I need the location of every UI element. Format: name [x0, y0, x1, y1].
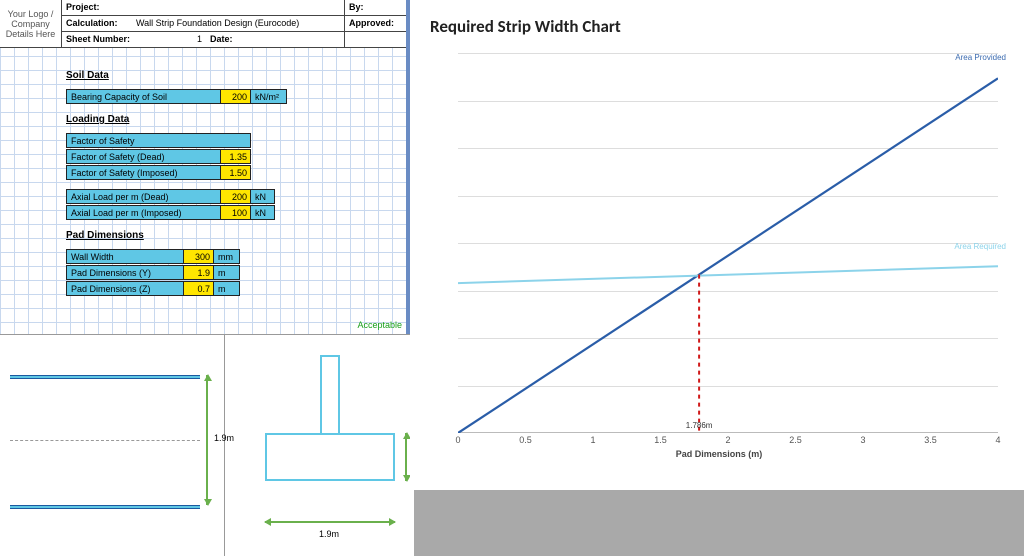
cross-z-dimension: 0.7m	[405, 433, 407, 481]
pad-z-input[interactable]: 0.7	[184, 281, 214, 296]
chart-lines	[458, 53, 998, 433]
plan-view: 1.9m	[0, 335, 225, 556]
strip-edge-bottom	[10, 505, 200, 509]
status-badge: Acceptable	[357, 320, 402, 330]
strip-centreline	[10, 440, 200, 441]
cross-section-view: 0.7m 1.9m	[225, 335, 414, 556]
sheet-number-value[interactable]: 1	[144, 32, 206, 47]
pad-y-label: Pad Dimensions (Y)	[66, 265, 184, 280]
plan-y-dimension: 1.9m	[206, 375, 208, 505]
approved-value[interactable]	[344, 32, 406, 47]
pad-y-unit: m	[214, 265, 240, 280]
pad-dimensions-heading: Pad Dimensions	[66, 230, 406, 241]
diagram-panel: 1.9m 0.7m 1.9m	[0, 334, 414, 556]
axial-imposed-label: Axial Load per m (Imposed)	[66, 205, 221, 220]
date-value[interactable]	[238, 32, 344, 47]
axial-dead-unit: kN	[251, 189, 275, 204]
app-root: Your Logo / Company Details Here Project…	[0, 0, 1024, 556]
title-block: Your Logo / Company Details Here Project…	[0, 0, 406, 48]
cross-section: 0.7m 1.9m	[265, 355, 395, 525]
pad-y-input[interactable]: 1.9	[184, 265, 214, 280]
cross-y-dimension: 1.9m	[265, 521, 395, 523]
input-sections: Soil Data Bearing Capacity of Soil 200 k…	[0, 48, 406, 296]
chart-panel: Required Strip Width Chart Area Provided…	[410, 0, 1024, 490]
wall-width-unit: mm	[214, 249, 240, 264]
approved-label: Approved:	[344, 16, 406, 31]
axial-dead-input[interactable]: 200	[221, 189, 251, 204]
legend-area-required: Area Required	[954, 242, 1006, 251]
legend-area-provided: Area Provided	[955, 53, 1006, 62]
fos-imposed-label: Factor of Safety (Imposed)	[66, 165, 221, 180]
axial-imposed-unit: kN	[251, 205, 275, 220]
project-value[interactable]	[116, 0, 344, 15]
bearing-capacity-input[interactable]: 200	[221, 89, 251, 104]
factor-of-safety-label: Factor of Safety	[66, 133, 251, 148]
axial-dead-label: Axial Load per m (Dead)	[66, 189, 221, 204]
footing-base	[265, 433, 395, 481]
bearing-capacity-label: Bearing Capacity of Soil	[66, 89, 221, 104]
chart-title: Required Strip Width Chart	[430, 16, 1004, 37]
axial-imposed-input[interactable]: 100	[221, 205, 251, 220]
fos-dead-input[interactable]: 1.35	[221, 149, 251, 164]
project-label: Project:	[62, 0, 116, 15]
fos-dead-label: Factor of Safety (Dead)	[66, 149, 221, 164]
left-pane: Your Logo / Company Details Here Project…	[0, 0, 410, 556]
fos-imposed-input[interactable]: 1.50	[221, 165, 251, 180]
soil-data-heading: Soil Data	[66, 70, 406, 81]
cross-y-value: 1.9m	[319, 529, 339, 539]
pad-z-label: Pad Dimensions (Z)	[66, 281, 184, 296]
date-label: Date:	[206, 32, 238, 47]
wall-width-input[interactable]: 300	[184, 249, 214, 264]
loading-data-heading: Loading Data	[66, 114, 406, 125]
strip-edge-top	[10, 375, 200, 379]
x-axis-label: Pad Dimensions (m)	[434, 449, 1004, 459]
right-pane: Required Strip Width Chart Area Provided…	[410, 0, 1024, 556]
by-label: By:	[344, 0, 406, 15]
calculation-value[interactable]: Wall Strip Foundation Design (Eurocode)	[132, 16, 344, 31]
intersection-label: 1.786m	[686, 421, 713, 430]
plot-area: Area Provided Area Required 00.511.522.5…	[434, 47, 1004, 467]
wall-width-label: Wall Width	[66, 249, 184, 264]
wall-stem	[320, 355, 340, 435]
header-rows: Project: By: Calculation: Wall Strip Fou…	[62, 0, 406, 47]
pad-z-unit: m	[214, 281, 240, 296]
sheet-number-label: Sheet Number:	[62, 32, 144, 47]
calculation-label: Calculation:	[62, 16, 132, 31]
logo-placeholder: Your Logo / Company Details Here	[0, 0, 62, 47]
bearing-capacity-unit: kN/m²	[251, 89, 287, 104]
